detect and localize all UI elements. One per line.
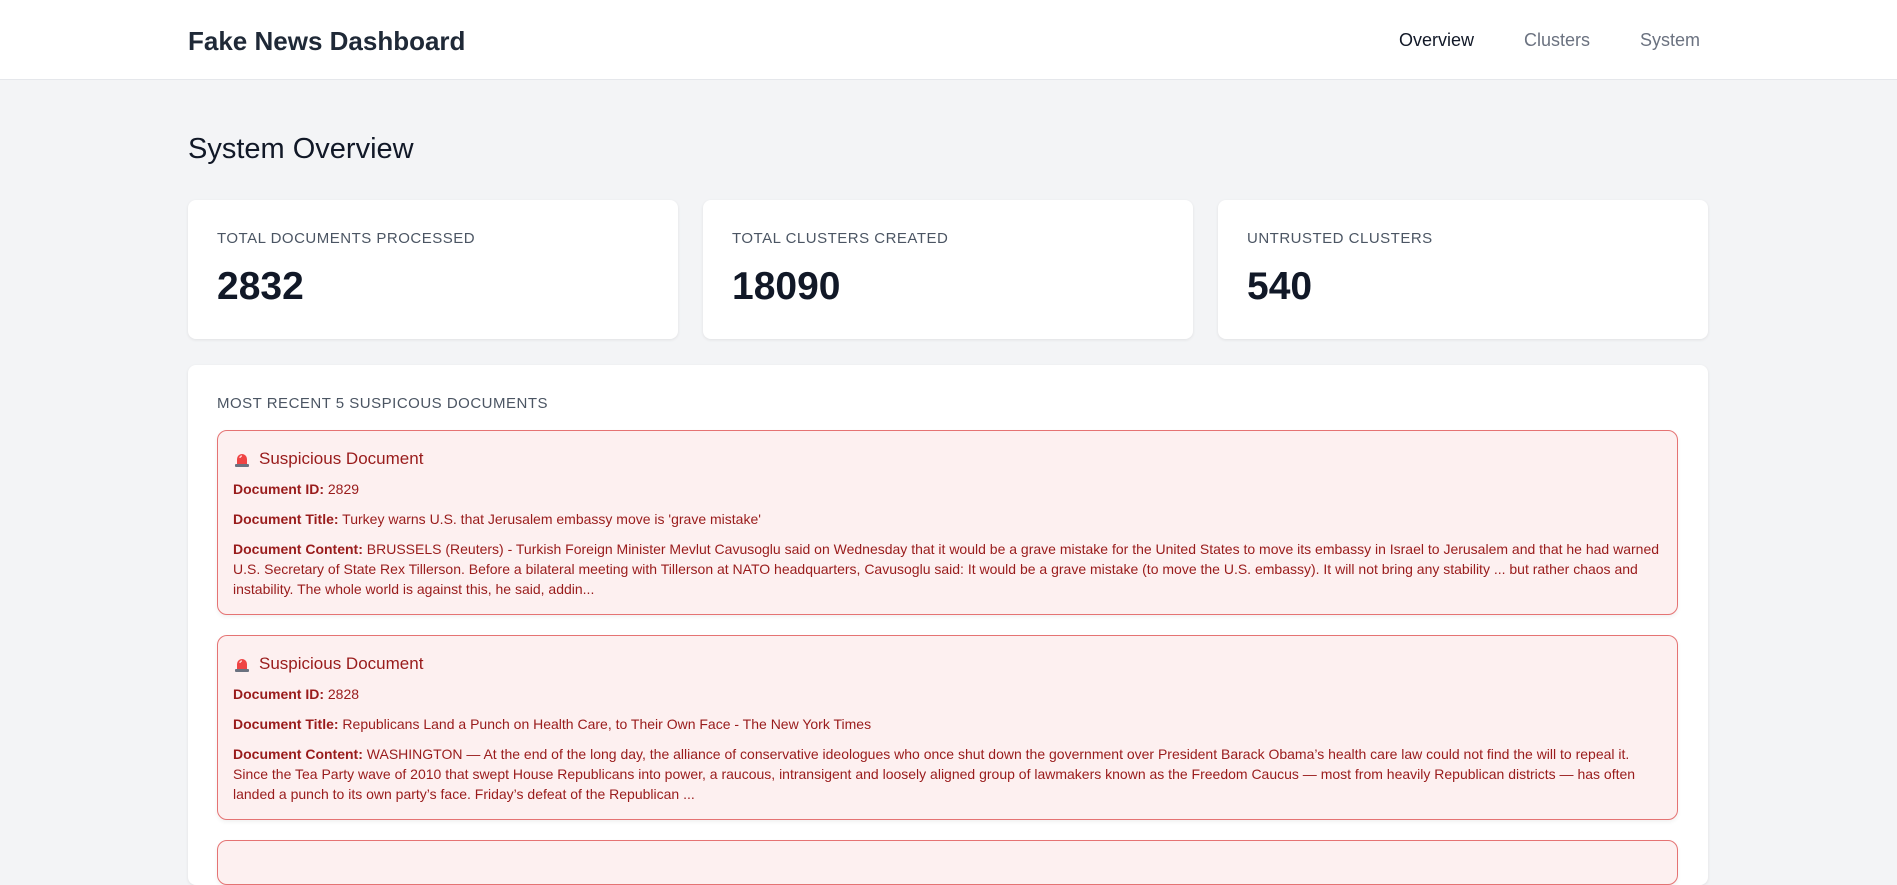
nav-overview[interactable]: Overview xyxy=(1399,30,1474,51)
stat-label: TOTAL CLUSTERS CREATED xyxy=(732,230,949,247)
top-navbar: Fake News Dashboard Overview Clusters Sy… xyxy=(0,0,1897,80)
document-content-value: WASHINGTON — At the end of the long day,… xyxy=(233,746,1636,802)
document-id-label: Document ID: xyxy=(233,686,324,702)
recent-documents-title: MOST RECENT 5 SUSPICOUS DOCUMENTS xyxy=(217,395,548,412)
document-id-value: 2828 xyxy=(327,686,360,702)
document-content-line: Document Content: WASHINGTON — At the en… xyxy=(233,744,1662,804)
stat-value: 540 xyxy=(1247,265,1313,308)
document-title-value: Republicans Land a Punch on Health Care,… xyxy=(342,716,872,732)
document-title-line: Document Title: Turkey warns U.S. that J… xyxy=(233,509,1662,529)
recent-documents-panel: MOST RECENT 5 SUSPICOUS DOCUMENTS Suspic… xyxy=(188,365,1708,885)
document-content-label: Document Content: xyxy=(233,746,363,762)
document-content-label: Document Content: xyxy=(233,541,363,557)
stat-value: 18090 xyxy=(732,265,841,308)
suspicious-document-card[interactable]: Suspicious Document Document ID: 2829 Do… xyxy=(217,430,1678,615)
document-title-value: Turkey warns U.S. that Jerusalem embassy… xyxy=(342,511,761,527)
main-nav: Overview Clusters System xyxy=(1399,30,1700,51)
stat-label: UNTRUSTED CLUSTERS xyxy=(1247,230,1433,247)
nav-system[interactable]: System xyxy=(1640,30,1700,51)
siren-icon xyxy=(235,454,249,467)
document-title-label: Document Title: xyxy=(233,716,339,732)
page-title: System Overview xyxy=(188,133,414,165)
document-heading: Suspicious Document xyxy=(233,449,1662,469)
stats-row: TOTAL DOCUMENTS PROCESSED 2832 TOTAL CLU… xyxy=(188,200,1708,339)
suspicious-document-card[interactable] xyxy=(217,840,1678,885)
stat-label: TOTAL DOCUMENTS PROCESSED xyxy=(217,230,476,247)
stat-card-documents: TOTAL DOCUMENTS PROCESSED 2832 xyxy=(188,200,678,339)
document-heading-label: Suspicious Document xyxy=(259,654,424,673)
document-content-value: BRUSSELS (Reuters) - Turkish Foreign Min… xyxy=(233,541,1660,597)
document-title-line: Document Title: Republicans Land a Punch… xyxy=(233,714,1662,734)
document-id-line: Document ID: 2828 xyxy=(233,684,1662,704)
siren-icon xyxy=(235,659,249,672)
stat-value: 2832 xyxy=(217,265,304,308)
document-heading: Suspicious Document xyxy=(233,654,1662,674)
document-id-line: Document ID: 2829 xyxy=(233,479,1662,499)
stat-card-clusters: TOTAL CLUSTERS CREATED 18090 xyxy=(703,200,1193,339)
document-content-line: Document Content: BRUSSELS (Reuters) - T… xyxy=(233,539,1662,599)
nav-clusters[interactable]: Clusters xyxy=(1524,30,1590,51)
document-heading-label: Suspicious Document xyxy=(259,449,424,468)
document-id-label: Document ID: xyxy=(233,481,324,497)
document-title-label: Document Title: xyxy=(233,511,339,527)
document-id-value: 2829 xyxy=(327,481,360,497)
brand-title[interactable]: Fake News Dashboard xyxy=(188,26,465,57)
stat-card-untrusted: UNTRUSTED CLUSTERS 540 xyxy=(1218,200,1708,339)
suspicious-document-card[interactable]: Suspicious Document Document ID: 2828 Do… xyxy=(217,635,1678,820)
